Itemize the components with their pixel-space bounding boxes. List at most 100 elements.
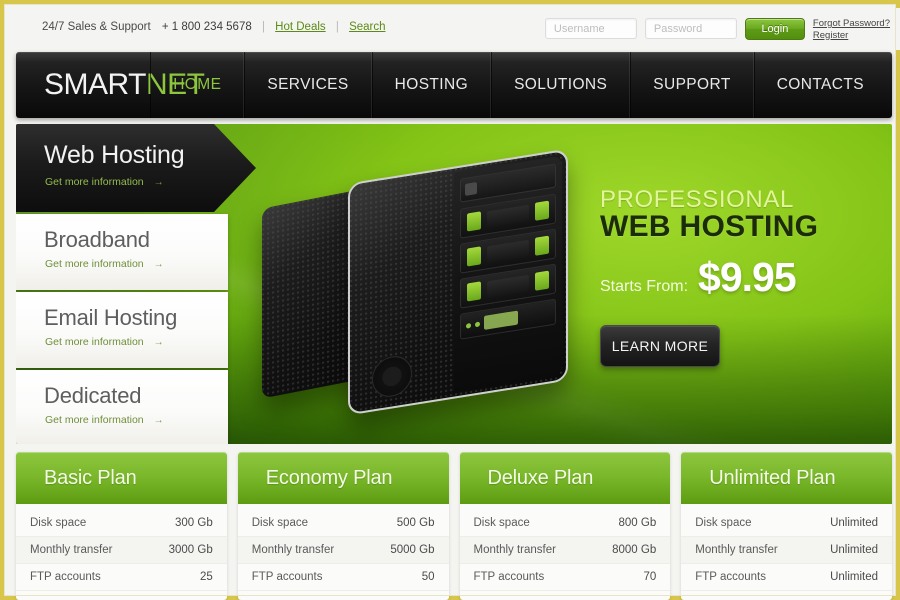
drive-led-icon <box>466 246 481 267</box>
nav-item-home[interactable]: HOME <box>150 52 245 118</box>
service-tab-sub-text: Get more information <box>45 414 144 426</box>
plan-spec-row: FTP accounts 50 <box>237 564 449 591</box>
drive-led-icon <box>535 200 549 221</box>
service-tab-sub-text: Get more information <box>45 336 144 348</box>
status-led-icon <box>474 321 480 327</box>
search-link[interactable]: Search <box>349 21 385 33</box>
plan-spec-row: Monthly transfer Unlimited <box>681 537 892 564</box>
password-input[interactable] <box>644 18 737 39</box>
server-illustration <box>252 146 632 431</box>
service-tab-subtitle: Get more information → <box>45 176 164 188</box>
hero-price-line: Starts From: $9.95 <box>600 254 862 301</box>
arrow-right-icon: → <box>153 259 164 270</box>
price-prefix: Starts From: <box>600 278 689 295</box>
price-value: $9.95 <box>698 254 797 300</box>
nav-item-support[interactable]: SUPPORT <box>630 52 754 118</box>
service-tab-title: Email Hosting <box>44 305 178 330</box>
spec-label: Disk space <box>30 517 87 529</box>
spec-value: 70 <box>643 571 657 583</box>
top-bar: 24/7 Sales & Support + 1 800 234 5678 | … <box>8 8 900 50</box>
pricing-plans: Basic Plan Disk space 300 Gb Monthly tra… <box>16 452 892 600</box>
spec-value: 800 Gb <box>618 517 657 529</box>
plan-title: Deluxe Plan <box>487 466 594 489</box>
plan-spec-row: Disk space 300 Gb <box>16 510 227 537</box>
service-tab-dedicated[interactable]: Dedicated Get more information → <box>16 370 228 444</box>
support-phone: + 1 800 234 5678 <box>161 21 252 33</box>
plan-header: Unlimited Plan <box>681 452 892 504</box>
plan-spec-list: Disk space 300 Gb Monthly transfer 3000 … <box>16 504 227 591</box>
plan-title: Basic Plan <box>44 466 137 489</box>
server-front-panel <box>453 155 562 393</box>
main-navigation: SMARTNET HOME SERVICES HOSTING SOLUTIONS… <box>16 52 892 118</box>
plan-title: Unlimited Plan <box>709 466 836 489</box>
spec-value: Unlimited <box>830 544 878 556</box>
service-tab-subtitle: Get more information → <box>45 414 164 426</box>
plan-header: Economy Plan <box>237 452 449 504</box>
server-unit-front <box>348 148 568 416</box>
spec-label: Monthly transfer <box>695 544 778 556</box>
spec-value: Unlimited <box>830 571 878 583</box>
service-tab-web-hosting[interactable]: Web Hosting Get more information → <box>16 124 256 212</box>
drive-led-icon <box>535 270 549 291</box>
spec-label: Disk space <box>473 517 530 529</box>
plan-card-deluxe[interactable]: Deluxe Plan Disk space 800 Gb Monthly tr… <box>459 452 671 600</box>
plan-spec-row: FTP accounts 70 <box>459 564 671 591</box>
spec-label: FTP accounts <box>695 571 766 583</box>
service-tab-title: Broadband <box>44 227 150 252</box>
divider: | <box>261 21 265 33</box>
hero-copy: PROFESSIONAL WEB HOSTING Starts From: $9… <box>600 186 862 367</box>
plan-spec-row: Monthly transfer 3000 Gb <box>16 537 227 564</box>
plan-card-unlimited[interactable]: Unlimited Plan Disk space Unlimited Mont… <box>681 452 892 600</box>
plan-header: Basic Plan <box>16 452 227 504</box>
username-input[interactable] <box>544 18 637 39</box>
service-tab-subtitle: Get more information → <box>45 258 164 270</box>
top-contact-info: 24/7 Sales & Support + 1 800 234 5678 | … <box>42 21 386 33</box>
spec-value: Unlimited <box>830 517 878 529</box>
arrow-right-icon: → <box>153 415 164 426</box>
nav-menu: HOME SERVICES HOSTING SOLUTIONS SUPPORT … <box>150 52 886 118</box>
drive-led-icon <box>466 281 481 302</box>
forgot-password-link[interactable]: Forgot Password? <box>813 18 890 30</box>
plan-spec-row: FTP accounts Unlimited <box>681 564 892 591</box>
plan-spec-row: Monthly transfer 8000 Gb <box>459 537 671 564</box>
hero-banner: Web Hosting Get more information → Broadb… <box>16 124 892 444</box>
spec-label: FTP accounts <box>473 571 545 583</box>
login-form: Login Forgot Password? Register <box>544 18 890 41</box>
plan-spec-list: Disk space 500 Gb Monthly transfer 5000 … <box>237 504 449 591</box>
register-link[interactable]: Register <box>813 30 890 42</box>
page-frame: 24/7 Sales & Support + 1 800 234 5678 | … <box>0 0 900 600</box>
account-links: Forgot Password? Register <box>813 18 890 41</box>
hero-service-tabs: Web Hosting Get more information → Broadb… <box>16 124 256 444</box>
plan-spec-row: FTP accounts 25 <box>16 564 227 591</box>
service-tab-subtitle: Get more information → <box>45 336 164 348</box>
service-tab-broadband[interactable]: Broadband Get more information → <box>16 214 228 290</box>
service-tab-sub-text: Get more information <box>45 176 144 188</box>
arrow-right-icon: → <box>153 337 164 348</box>
spec-value: 3000 Gb <box>168 544 213 556</box>
service-tab-sub-text: Get more information <box>45 258 144 270</box>
plan-spec-row: Disk space Unlimited <box>681 510 892 537</box>
plan-card-basic[interactable]: Basic Plan Disk space 300 Gb Monthly tra… <box>16 452 227 600</box>
plan-header: Deluxe Plan <box>459 452 671 504</box>
plan-spec-row: Monthly transfer 5000 Gb <box>237 537 449 564</box>
nav-item-contacts[interactable]: CONTACTS <box>753 52 886 118</box>
service-tab-email-hosting[interactable]: Email Hosting Get more information → <box>16 292 228 368</box>
spec-value: 50 <box>421 571 435 583</box>
drive-led-icon <box>535 235 549 256</box>
nav-item-services[interactable]: SERVICES <box>244 52 372 118</box>
spec-value: 300 Gb <box>175 517 213 529</box>
plan-spec-list: Disk space 800 Gb Monthly transfer 8000 … <box>459 504 671 591</box>
service-tab-title: Dedicated <box>44 383 142 408</box>
divider: | <box>335 21 339 33</box>
learn-more-button[interactable]: LEARN MORE <box>600 325 720 367</box>
nav-item-hosting[interactable]: HOSTING <box>371 52 492 118</box>
spec-label: Monthly transfer <box>473 544 556 556</box>
hot-deals-link[interactable]: Hot Deals <box>275 21 326 33</box>
service-tab-title: Web Hosting <box>44 141 185 169</box>
logo-text-primary: SMART <box>44 68 146 101</box>
login-button[interactable]: Login <box>744 18 805 40</box>
hero-headline: WEB HOSTING <box>600 210 819 243</box>
spec-value: 5000 Gb <box>390 544 435 556</box>
nav-item-solutions[interactable]: SOLUTIONS <box>491 52 631 118</box>
plan-card-economy[interactable]: Economy Plan Disk space 500 Gb Monthly t… <box>237 452 449 600</box>
